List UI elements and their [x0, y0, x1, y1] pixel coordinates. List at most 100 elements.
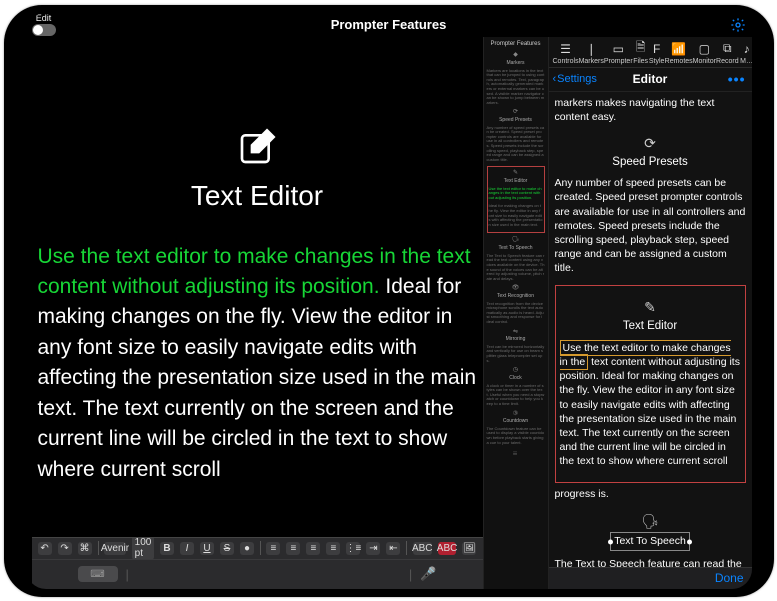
- tool-label: Style: [649, 58, 665, 65]
- indent-button[interactable]: ⇥: [366, 542, 380, 555]
- controls-icon: ☰: [558, 41, 574, 57]
- minimap-sec-speed: ⟳Speed Presets: [487, 109, 545, 123]
- tool-files-button[interactable]: 🗎Files: [633, 41, 649, 65]
- settings-scroll-content[interactable]: markers makes navigating the text conten…: [549, 92, 752, 567]
- minimap-sec-countdown: ③Countdown: [487, 411, 545, 425]
- tool-remotes-button[interactable]: 📶Remotes: [665, 41, 693, 65]
- tool-record-button[interactable]: ⧉Record: [716, 41, 739, 65]
- divider: |: [126, 567, 129, 582]
- editor-heading-text: Text Editor: [191, 180, 323, 211]
- font-family-select[interactable]: Avenir: [104, 542, 126, 555]
- abc-highlight-button[interactable]: ABC: [438, 542, 457, 555]
- tts-title-selected[interactable]: Text To Speech: [610, 532, 690, 550]
- done-button[interactable]: Done: [715, 571, 744, 585]
- speed-section-header: ⟳ Speed Presets: [555, 134, 746, 170]
- editor-rest-text: Ideal for making changes on the fly. Vie…: [38, 275, 477, 481]
- text-editor-highlight-box: ✎ Text Editor Use the text editor to mak…: [555, 285, 746, 483]
- settings-subheader: ‹ Settings Editor •••: [549, 68, 752, 92]
- redo-button[interactable]: ↷: [58, 542, 72, 555]
- settings-pane: ☰Controls❘Markers▭Prompter🗎FilesFStyle📶R…: [549, 37, 752, 589]
- remotes-icon: 📶: [671, 41, 687, 57]
- tool-prompter-button[interactable]: ▭Prompter: [604, 41, 633, 65]
- minimap-active-frame: ✎Text Editor Use the text editor to make…: [487, 166, 545, 233]
- done-bar: Done: [549, 567, 752, 589]
- editor-body-text[interactable]: Use the text editor to make changes in t…: [38, 242, 477, 486]
- bold-button[interactable]: B: [160, 542, 174, 555]
- minimap-sec-textrec: 👁Text Recognition: [487, 285, 545, 299]
- screen: Edit Prompter Features: [26, 13, 752, 589]
- tool-label: Markers: [579, 58, 604, 65]
- minimap-block: Text recognition from the device microph…: [487, 302, 545, 325]
- font-size-select[interactable]: 100 pt: [132, 537, 154, 559]
- list-button[interactable]: ⋮≡: [346, 542, 360, 555]
- editor-pane: Text Editor Use the text editor to make …: [26, 37, 483, 589]
- back-to-settings-button[interactable]: ‹ Settings: [553, 73, 597, 85]
- edit-toggle[interactable]: Edit: [32, 14, 56, 36]
- tool-label: Record: [716, 58, 739, 65]
- tool-markers-button[interactable]: ❘Markers: [579, 41, 604, 65]
- minimap-column[interactable]: Prompter Features ◆Markers Markers are l…: [483, 37, 549, 589]
- tablet-frame: Edit Prompter Features: [4, 5, 774, 597]
- tool-label: Prompter: [604, 58, 633, 65]
- abc-button-1[interactable]: ABC: [413, 542, 432, 555]
- minimap-sec-clock: ◷Clock: [487, 367, 545, 381]
- style-icon: F: [649, 41, 665, 57]
- underline-button[interactable]: U: [200, 542, 214, 555]
- tool-icon-row: ☰Controls❘Markers▭Prompter🗎FilesFStyle📶R…: [549, 37, 752, 68]
- markers-icon: ❘: [583, 41, 599, 57]
- tool-style-button[interactable]: FStyle: [649, 41, 665, 65]
- tool-label: M…: [740, 58, 751, 65]
- align-right-button[interactable]: ≡: [306, 542, 320, 555]
- outdent-button[interactable]: ⇤: [386, 542, 400, 555]
- tool-more-button[interactable]: ♪M…: [739, 41, 752, 65]
- minimap-sec-mirror: ⇋Mirroring: [487, 329, 545, 343]
- prompter-icon: ▭: [610, 41, 626, 57]
- settings-gear-icon[interactable]: [730, 17, 746, 33]
- divider: |: [409, 567, 412, 582]
- minimap-block: A clock or timer in a number of styles c…: [487, 384, 545, 407]
- settings-header-title: Editor: [633, 72, 668, 86]
- minimap-block: The Text to Speech feature can read the …: [487, 254, 545, 282]
- files-icon: 🗎: [633, 41, 649, 57]
- tool-monitor-button[interactable]: ▢Monitor: [693, 41, 716, 65]
- texteditor-section-header: ✎ Text Editor: [560, 298, 741, 334]
- keyboard-pill-icon[interactable]: ⌨: [78, 566, 118, 582]
- tool-controls-button[interactable]: ☰Controls: [553, 41, 579, 65]
- markers-tail-text: markers makes navigating the text conten…: [555, 96, 746, 124]
- speech-icon: 🗣: [555, 512, 746, 531]
- refresh-icon: ⟳: [555, 134, 746, 153]
- format-toolbar: ↶ ↷ ⌘ Avenir 100 pt B I U S ● ≡ ≡ ≡ ≡: [32, 537, 483, 559]
- page-title: Prompter Features: [331, 17, 447, 32]
- editor-area[interactable]: Text Editor Use the text editor to make …: [32, 37, 483, 537]
- more-options-button[interactable]: •••: [728, 71, 746, 87]
- minimap-block: Markers are locations in the text that c…: [487, 69, 545, 106]
- image-button[interactable]: 🖼: [462, 542, 476, 555]
- tool-label: Files: [633, 58, 648, 65]
- compose-icon: [38, 127, 477, 176]
- strike-button[interactable]: S: [220, 542, 234, 555]
- edit-switch[interactable]: [32, 24, 56, 36]
- monitor-icon: ▢: [696, 41, 712, 57]
- align-left-button[interactable]: ≡: [266, 542, 280, 555]
- tts-section-header: 🗣 Text To Speech: [555, 512, 746, 551]
- align-justify-button[interactable]: ≡: [326, 542, 340, 555]
- edit-toggle-label: Edit: [36, 14, 52, 23]
- texteditor-tail-text: progress is.: [555, 487, 746, 501]
- align-center-button[interactable]: ≡: [286, 542, 300, 555]
- tool-label: Controls: [553, 58, 579, 65]
- minimap-block: Text can be mirrored horizontally and ve…: [487, 345, 545, 363]
- tool-label: Monitor: [693, 58, 716, 65]
- keyboard-toolbar: ⌨ | | 🎤: [32, 559, 483, 589]
- more-icon: ♪: [739, 41, 752, 57]
- undo-button[interactable]: ↶: [38, 542, 52, 555]
- minimap-handle-icon[interactable]: ≡: [487, 449, 545, 459]
- tool-label: Remotes: [665, 58, 693, 65]
- tts-body-text: The Text to Speech feature can read the …: [555, 557, 746, 567]
- editor-heading: Text Editor: [38, 127, 477, 212]
- minimap-title: Prompter Features: [487, 41, 545, 49]
- italic-button[interactable]: I: [180, 542, 194, 555]
- format-button[interactable]: ⌘: [78, 542, 92, 555]
- mic-icon[interactable]: 🎤: [420, 566, 436, 582]
- text-color-button[interactable]: ●: [240, 542, 254, 555]
- compose-icon: ✎: [560, 298, 741, 317]
